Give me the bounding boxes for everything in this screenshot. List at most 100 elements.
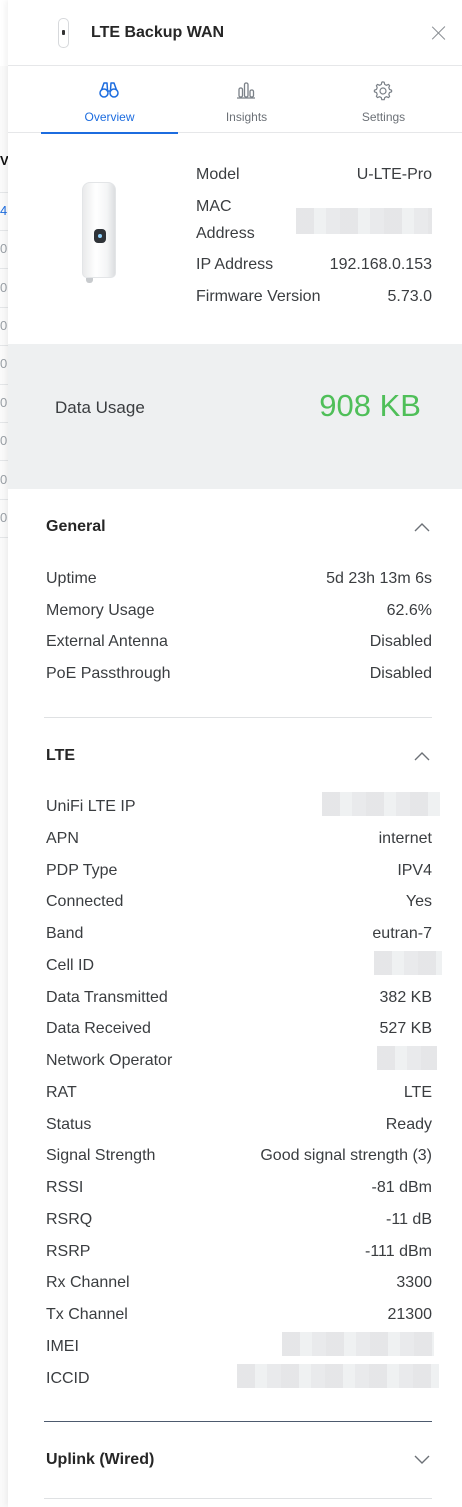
general-row: External Antenna Disabled (46, 633, 432, 655)
general-row: Memory Usage 62.6% (46, 602, 432, 624)
row-value: Good signal strength (3) (260, 1147, 432, 1165)
background-cell: 0 (0, 510, 8, 525)
mac-label-line1: MAC (196, 198, 232, 215)
ip-label: IP Address (196, 256, 274, 273)
row-value: -11 dB (386, 1210, 432, 1228)
section-general-title[interactable]: General (46, 518, 106, 536)
mac-value-redacted (296, 208, 432, 234)
close-icon[interactable] (432, 26, 446, 40)
background-row-divider (0, 422, 8, 423)
tab-overview-label: Overview (84, 110, 135, 124)
lte-row: Signal Strength Good signal strength (3) (46, 1147, 432, 1169)
lte-row: RSRP -111 dBm (46, 1243, 432, 1265)
background-row-divider (0, 307, 8, 308)
background-table: V 4 0 0 0 0 0 0 0 0 (0, 0, 8, 1507)
background-row-divider (0, 499, 8, 500)
lte-row: Tx Channel 21300 (46, 1306, 432, 1328)
lte-row: RSRQ -11 dB (46, 1211, 432, 1233)
chevron-up-icon[interactable] (414, 522, 430, 532)
firmware-label: Firmware Version (196, 288, 321, 305)
background-row-divider (0, 384, 8, 385)
panel-header: LTE Backup WAN (8, 0, 462, 66)
row-value: 5d 23h 13m 6s (326, 570, 432, 587)
row-value: 382 KB (379, 988, 432, 1006)
tab-settings-label: Settings (361, 110, 406, 124)
background-row-divider (0, 345, 8, 346)
row-label: RSRP (46, 1242, 91, 1260)
background-cell: 0 (0, 395, 8, 410)
row-value: LTE (403, 1083, 432, 1101)
chevron-down-icon[interactable] (414, 1455, 430, 1465)
device-image (82, 182, 116, 286)
row-value: 62.6% (386, 601, 432, 619)
data-usage-label: Data Usage (55, 398, 145, 417)
row-label: PoE Passthrough (46, 665, 171, 683)
row-label: Data Transmitted (46, 988, 168, 1006)
lte-row: RAT LTE (46, 1084, 432, 1106)
lte-row: UniFi LTE IP (46, 792, 440, 820)
chevron-up-icon[interactable] (414, 751, 430, 761)
lte-row: Status Ready (46, 1116, 432, 1138)
background-cell: 0 (0, 356, 8, 371)
row-label: Signal Strength (46, 1147, 156, 1165)
row-label: Memory Usage (46, 601, 155, 619)
section-lte-title[interactable]: LTE (46, 747, 75, 765)
row-value-redacted (282, 1331, 434, 1356)
lte-device-icon (58, 18, 69, 48)
row-label: Connected (46, 893, 124, 911)
section-uplink-title[interactable]: Uplink (Wired) (46, 1451, 154, 1469)
background-cell: 0 (0, 433, 8, 448)
row-value: IPV4 (397, 861, 432, 879)
background-column-header: V (0, 153, 8, 168)
tab-settings[interactable]: Settings (315, 67, 452, 133)
row-label: PDP Type (46, 861, 118, 879)
ip-value: 192.168.0.153 (329, 256, 432, 273)
row-label: Cell ID (46, 956, 95, 974)
row-value: internet (378, 829, 432, 847)
binoculars-icon (99, 82, 119, 98)
background-cell: 0 (0, 280, 8, 295)
bar-chart-icon (237, 82, 255, 99)
row-label: Network Operator (46, 1052, 173, 1069)
lte-row: Band eutran-7 (46, 925, 432, 947)
model-value: U-LTE-Pro (356, 166, 432, 183)
row-value-redacted (322, 792, 440, 816)
row-value: 21300 (387, 1306, 433, 1323)
tab-overview[interactable]: Overview (41, 67, 178, 134)
section-divider (44, 1498, 432, 1499)
lte-row: Data Transmitted 382 KB (46, 989, 432, 1011)
panel-title: LTE Backup WAN (91, 24, 225, 41)
row-label: RSSI (46, 1179, 84, 1196)
row-label: RSRQ (46, 1210, 93, 1228)
device-detail-panel: LTE Backup WAN Overview Insights Setting… (8, 0, 462, 1507)
row-value: Ready (385, 1115, 432, 1133)
row-value: 3300 (396, 1274, 432, 1292)
tab-insights[interactable]: Insights (178, 67, 315, 133)
row-label: RAT (46, 1083, 77, 1101)
background-row-divider (0, 230, 8, 231)
background-cell: 0 (0, 241, 8, 256)
background-cell: 0 (0, 318, 8, 333)
device-foot (86, 278, 93, 283)
lte-row: Cell ID (46, 950, 442, 979)
row-label: Uptime (46, 570, 97, 587)
row-label: Data Received (46, 1020, 151, 1038)
background-row-divider (0, 460, 8, 461)
lte-row: IMEI (46, 1331, 434, 1360)
row-label: APN (46, 829, 79, 847)
lte-row: PDP Type IPV4 (46, 862, 432, 884)
background-row-divider (0, 537, 8, 538)
info-row-mac: MAC Address (196, 198, 432, 250)
general-row: PoE Passthrough Disabled (46, 665, 432, 687)
background-table-header (0, 0, 8, 66)
row-label: UniFi LTE IP (46, 798, 136, 815)
row-value-redacted (374, 950, 442, 975)
data-usage-value: 908 KB (319, 388, 421, 423)
tab-bar: Overview Insights Settings (8, 67, 462, 134)
device-summary: Model U-LTE-Pro MAC Address IP Address 1… (8, 134, 462, 344)
row-value-redacted (237, 1363, 439, 1388)
firmware-value: 5.73.0 (387, 288, 432, 305)
lte-row: Data Received 527 KB (46, 1020, 432, 1042)
row-label: Band (46, 925, 84, 942)
row-value: Disabled (369, 665, 432, 683)
